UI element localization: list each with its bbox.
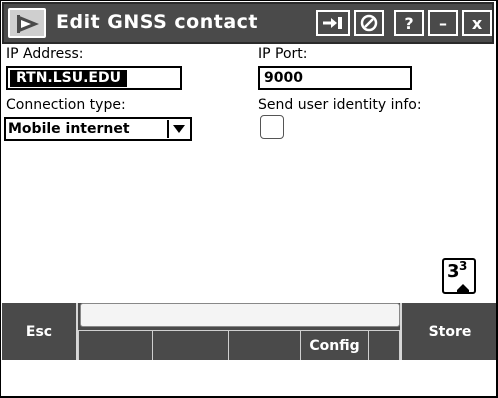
softkey-2[interactable] bbox=[152, 330, 228, 360]
softkey-bar: Esc Config Store bbox=[2, 303, 496, 360]
app-icon[interactable] bbox=[8, 8, 46, 38]
minimize-button[interactable]: – bbox=[428, 10, 458, 36]
ip-address-value: RTN.LSU.EDU bbox=[10, 70, 127, 87]
send-identity-label: Send user identity info: bbox=[258, 97, 422, 113]
keyboard-button[interactable] bbox=[354, 10, 384, 36]
softkey-3[interactable] bbox=[228, 330, 300, 360]
ip-address-input[interactable]: RTN.LSU.EDU bbox=[6, 66, 182, 90]
store-button[interactable]: Store bbox=[404, 303, 496, 360]
close-button[interactable]: x bbox=[462, 10, 492, 36]
window-title: Edit GNSS contact bbox=[56, 11, 259, 33]
ip-address-label: IP Address: bbox=[6, 46, 84, 62]
chevron-down-icon bbox=[173, 125, 185, 133]
connection-type-value: Mobile internet bbox=[8, 121, 130, 137]
help-button[interactable]: ? bbox=[394, 10, 424, 36]
connection-type-select[interactable]: Mobile internet bbox=[4, 117, 192, 141]
page-total: 3 bbox=[459, 259, 468, 273]
page-up-arrow-icon bbox=[457, 284, 469, 292]
title-bar: Edit GNSS contact ? – x bbox=[2, 2, 494, 44]
keyboard-icon bbox=[360, 14, 378, 32]
config-button[interactable]: Config bbox=[300, 330, 368, 360]
esc-button[interactable]: Esc bbox=[2, 303, 76, 360]
send-identity-checkbox[interactable] bbox=[260, 115, 284, 139]
ip-port-label: IP Port: bbox=[258, 46, 308, 62]
dropdown-arrow-button[interactable] bbox=[167, 120, 189, 138]
softkey-1[interactable] bbox=[78, 330, 152, 360]
page-current: 3 bbox=[447, 261, 460, 282]
softkey-status-field bbox=[80, 303, 400, 327]
softkey-5[interactable] bbox=[368, 330, 400, 360]
switch-app-button[interactable] bbox=[316, 10, 350, 36]
app-logo-icon bbox=[17, 15, 39, 33]
page-indicator-button[interactable]: 3 3 bbox=[442, 258, 476, 294]
softkey-divider bbox=[400, 303, 402, 360]
connection-type-label: Connection type: bbox=[6, 97, 126, 113]
ip-port-input[interactable]: 9000 bbox=[258, 66, 412, 90]
switch-app-icon bbox=[323, 17, 342, 29]
